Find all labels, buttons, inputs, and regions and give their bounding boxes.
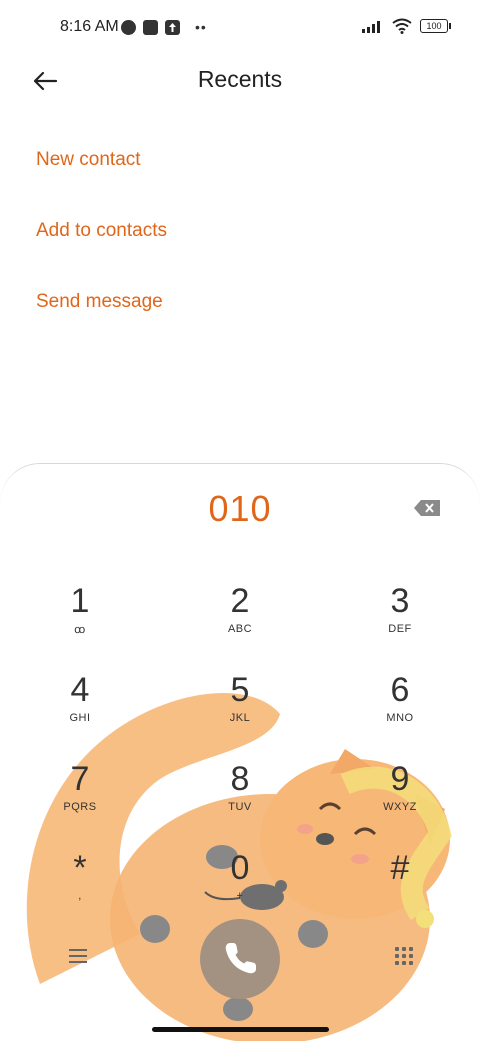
phone-icon <box>225 943 256 974</box>
call-button[interactable] <box>200 919 280 999</box>
square-notification-icon <box>143 19 158 35</box>
dialer-panel: 010 1 ꝏ 2 ABC 3 DEF 4 GHI 5 JKL 6 MNO 7 … <box>0 463 480 1041</box>
send-message-action[interactable]: Send message <box>36 291 163 313</box>
battery-icon: 100 <box>420 19 451 33</box>
timer-icon <box>121 19 136 35</box>
key-hash[interactable]: # <box>340 849 460 929</box>
key-8[interactable]: 8 TUV <box>180 760 300 840</box>
dialpad-icon[interactable] <box>392 944 416 968</box>
key-0[interactable]: 0 + <box>180 849 300 929</box>
dialed-number: 010 <box>208 488 272 529</box>
key-4[interactable]: 4 GHI <box>20 671 140 751</box>
key-6[interactable]: 6 MNO <box>340 671 460 751</box>
status-time: 8:16 AM <box>60 18 119 35</box>
page-title: Recents <box>197 66 283 92</box>
new-contact-action[interactable]: New contact <box>36 149 141 171</box>
voicemail-icon: ꝏ <box>74 624 86 636</box>
status-bar: 8:16 AM •• 100 <box>0 0 480 56</box>
signal-icon <box>362 21 380 33</box>
key-1[interactable]: 1 ꝏ <box>20 582 140 662</box>
key-9[interactable]: 9 WXYZ <box>340 760 460 840</box>
add-to-contacts-action[interactable]: Add to contacts <box>36 220 167 242</box>
backspace-icon[interactable] <box>414 500 440 516</box>
key-star[interactable]: * , <box>20 849 140 929</box>
key-2[interactable]: 2 ABC <box>180 582 300 662</box>
home-indicator[interactable] <box>152 1027 329 1032</box>
more-dots-icon: •• <box>195 19 207 35</box>
menu-icon[interactable] <box>66 944 90 968</box>
wifi-icon <box>392 18 412 34</box>
upload-icon <box>165 19 180 35</box>
key-5[interactable]: 5 JKL <box>180 671 300 751</box>
key-3[interactable]: 3 DEF <box>340 582 460 662</box>
key-7[interactable]: 7 PQRS <box>20 760 140 840</box>
